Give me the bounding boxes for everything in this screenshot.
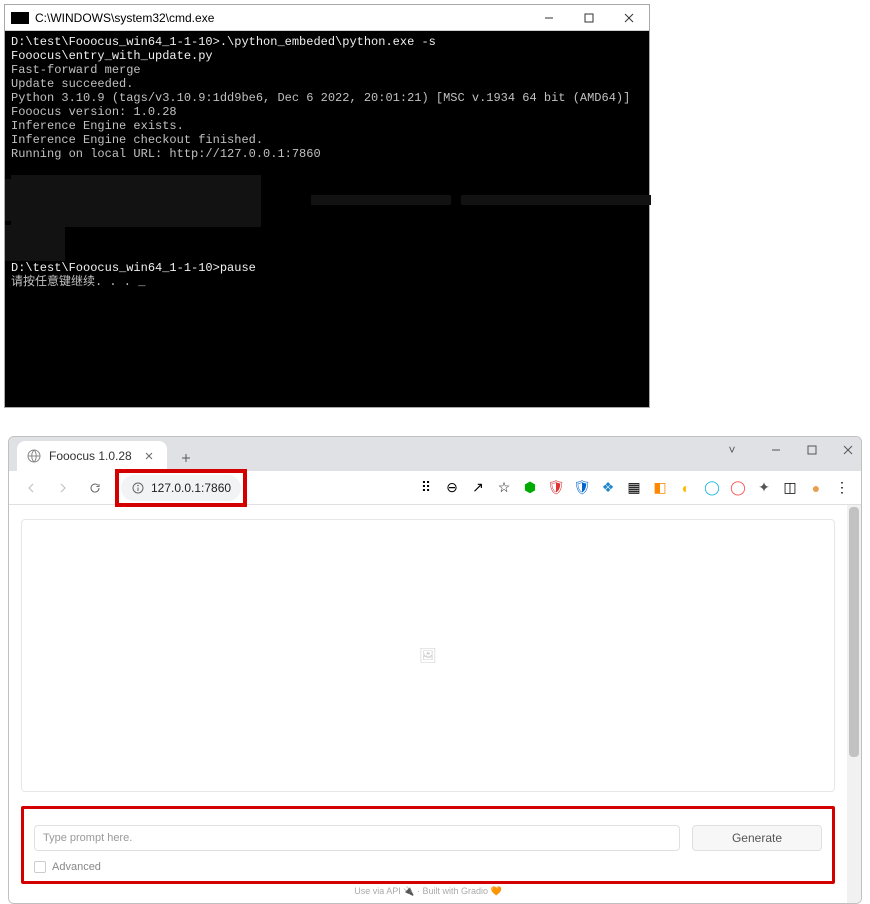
extension-area: ⠿ ⊖ ↗ ☆ ⬢ 🛡 🛡 ❖ ▦ ◧ ◐ ◯ ◯ ✦ ◫ ● ⋮ <box>249 479 851 497</box>
cmd-line: Inference Engine checkout finished. <box>11 133 643 147</box>
extension-icon[interactable]: ◯ <box>703 479 721 497</box>
cmd-title: C:\WINDOWS\system32\cmd.exe <box>35 11 529 25</box>
cmd-output: D:\test\Fooocus_win64_1-1-10>.\python_em… <box>5 31 649 407</box>
site-info-icon[interactable] <box>131 481 145 495</box>
globe-icon <box>27 449 41 463</box>
browser-viewport: 🖼 Type prompt here. Generate Advanced Us… <box>9 505 861 903</box>
back-button[interactable] <box>19 476 43 500</box>
extension-icon[interactable]: ◧ <box>651 479 669 497</box>
cmd-window: C:\WINDOWS\system32\cmd.exe D:\test\Fooo… <box>4 4 650 408</box>
cmd-window-controls <box>529 5 649 31</box>
maximize-button[interactable] <box>803 441 821 459</box>
extension-icon[interactable]: ⬢ <box>521 479 539 497</box>
cmd-sysicon <box>11 12 29 24</box>
image-placeholder-icon: 🖼 <box>419 647 437 664</box>
maximize-button[interactable] <box>569 5 609 31</box>
page-footer: Use via API 🔌 · Built with Gradio 🧡 <box>21 884 835 899</box>
new-tab-button[interactable] <box>173 445 199 471</box>
scrollbar-thumb[interactable] <box>849 507 859 757</box>
advanced-label: Advanced <box>52 861 101 873</box>
cmd-titlebar: C:\WINDOWS\system32\cmd.exe <box>5 5 649 31</box>
browser-window: Fooocus 1.0.28 ˅ 127.0.0.1:7860 <box>8 436 862 904</box>
scrollbar[interactable] <box>847 505 861 903</box>
extension-icon[interactable]: ◯ <box>729 479 747 497</box>
page-content: 🖼 Type prompt here. Generate Advanced Us… <box>9 505 847 903</box>
url-text: 127.0.0.1:7860 <box>151 481 231 495</box>
cmd-line: Inference Engine exists. <box>11 119 643 133</box>
address-bar-row: 127.0.0.1:7860 ⠿ ⊖ ↗ ☆ ⬢ 🛡 🛡 ❖ ▦ ◧ ◐ ◯ ◯… <box>9 471 861 505</box>
browser-window-controls: ˅ <box>723 441 857 459</box>
cmd-line: Fast-forward merge <box>11 63 643 77</box>
tab-close-button[interactable] <box>141 448 157 464</box>
advanced-row: Advanced <box>34 861 822 873</box>
kebab-menu-icon[interactable]: ⋮ <box>833 479 851 497</box>
prompt-input[interactable]: Type prompt here. <box>34 825 680 851</box>
tab-title: Fooocus 1.0.28 <box>49 449 132 463</box>
minimize-button[interactable] <box>767 441 785 459</box>
footer-gradio[interactable]: · Built with Gradio 🧡 <box>417 886 502 896</box>
omnibox[interactable]: 127.0.0.1:7860 <box>121 475 241 501</box>
cmd-line: Update succeeded. <box>11 77 643 91</box>
advanced-checkbox[interactable] <box>34 861 46 873</box>
cursor <box>138 275 145 289</box>
cmd-line: D:\test\Fooocus_win64_1-1-10>.\python_em… <box>11 35 643 63</box>
extensions-menu-icon[interactable]: ✦ <box>755 479 773 497</box>
close-button[interactable] <box>609 5 649 31</box>
extension-icon[interactable]: ◐ <box>677 479 695 497</box>
cmd-line: D:\test\Fooocus_win64_1-1-10>pause <box>11 261 643 275</box>
profile-avatar[interactable]: ● <box>807 479 825 497</box>
extension-icon[interactable]: ❖ <box>599 479 617 497</box>
prompt-row: Type prompt here. Generate <box>34 825 822 851</box>
footer-api[interactable]: Use via API 🔌 <box>354 886 414 896</box>
cmd-line: 请按任意键继续. . . <box>11 275 643 289</box>
generate-button[interactable]: Generate <box>692 825 822 851</box>
tabstrip: Fooocus 1.0.28 ˅ <box>9 437 861 471</box>
forward-button[interactable] <box>51 476 75 500</box>
translate-icon[interactable]: ⠿ <box>417 479 435 497</box>
cmd-redacted-area <box>11 161 643 261</box>
side-panel-icon[interactable]: ◫ <box>781 479 799 497</box>
extension-icon[interactable]: 🛡 <box>547 479 565 497</box>
omnibox-wrap: 127.0.0.1:7860 <box>121 475 241 501</box>
star-icon[interactable]: ☆ <box>495 479 513 497</box>
annotation-highlight-prompt: Type prompt here. Generate Advanced <box>21 806 835 884</box>
image-output-card: 🖼 <box>21 519 835 792</box>
reload-button[interactable] <box>83 476 107 500</box>
extension-icon[interactable]: 🛡 <box>573 479 591 497</box>
cmd-line: Python 3.10.9 (tags/v3.10.9:1dd9be6, Dec… <box>11 91 643 105</box>
cmd-line: Running on local URL: http://127.0.0.1:7… <box>11 147 643 161</box>
cmd-line: Fooocus version: 1.0.28 <box>11 105 643 119</box>
tab-active[interactable]: Fooocus 1.0.28 <box>17 441 167 471</box>
zoom-icon[interactable]: ⊖ <box>443 479 461 497</box>
share-icon[interactable]: ↗ <box>469 479 487 497</box>
minimize-button[interactable] <box>529 5 569 31</box>
extension-icon[interactable]: ▦ <box>625 479 643 497</box>
chevron-down-icon[interactable]: ˅ <box>723 441 741 459</box>
close-button[interactable] <box>839 441 857 459</box>
cmd-fill <box>11 289 643 403</box>
